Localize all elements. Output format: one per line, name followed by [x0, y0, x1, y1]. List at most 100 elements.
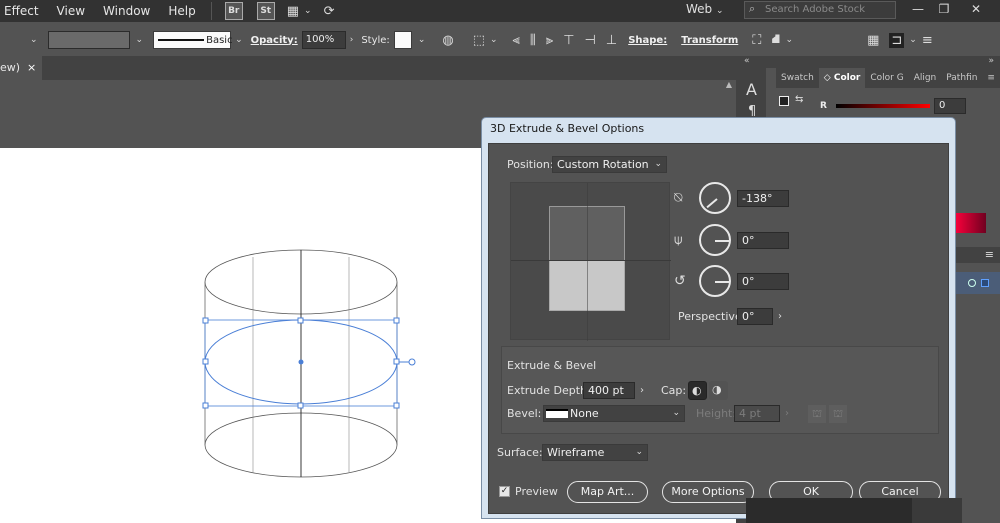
chevron-down-icon[interactable]: ⌄ [235, 35, 243, 45]
opacity-field[interactable]: 100% [301, 31, 346, 49]
tab-swatches[interactable]: Swatch [776, 68, 819, 88]
chevron-right-icon[interactable]: › [350, 35, 354, 45]
arrange-documents-icon[interactable]: ▦ [287, 4, 299, 19]
close-icon[interactable]: ✕ [962, 0, 990, 20]
document-tab-bar [0, 56, 736, 80]
y-axis-rotation-field[interactable]: 0° [737, 232, 789, 249]
align-middle-icon[interactable]: ⊣ [585, 33, 596, 48]
preview-checkbox[interactable]: ✓ [499, 486, 510, 497]
collapse-panel-icon[interactable]: » [988, 56, 994, 66]
align-right-icon[interactable]: ⫸ [546, 33, 553, 48]
tab-color-guide[interactable]: Color G [865, 68, 908, 88]
bbox-handle-middle-left[interactable] [202, 358, 209, 365]
restore-icon[interactable]: ❐ [930, 0, 958, 20]
layer-row[interactable] [952, 272, 1000, 294]
bbox-handle-top-right[interactable] [393, 317, 400, 324]
align-top-icon[interactable]: ⊤ [563, 33, 574, 48]
map-art-button[interactable]: Map Art... [567, 481, 648, 503]
tab-align[interactable]: Align [909, 68, 942, 88]
fill-swatch[interactable] [0, 31, 30, 49]
close-tab-icon[interactable]: × [27, 56, 36, 80]
tab-color[interactable]: ◇ Color [818, 68, 866, 88]
chevron-down-icon[interactable]: ⌄ [30, 35, 38, 45]
height-label: Height: [696, 407, 737, 420]
character-panel-icon[interactable]: A [746, 80, 757, 99]
bbox-handle-bottom-center[interactable] [297, 402, 304, 409]
align-bottom-icon[interactable]: ⊥ [606, 33, 617, 48]
transform-bounds-icon[interactable]: ⛶ [752, 33, 761, 48]
bbox-handle-top-center[interactable] [297, 317, 304, 324]
align-left-icon[interactable]: ⫷ [513, 33, 520, 48]
bevel-select[interactable]: None ⌄ [543, 405, 685, 422]
position-select[interactable]: Custom Rotation ⌄ [552, 156, 667, 173]
panel-menu-icon[interactable]: ≡ [982, 68, 1000, 88]
align-to-icon[interactable]: ⬚ [473, 33, 485, 48]
puppet-warp-icon[interactable]: ⛘ [771, 32, 780, 49]
extrude-depth-field[interactable]: 400 pt [583, 382, 635, 399]
more-options-button[interactable]: More Options [662, 481, 754, 503]
layer-selection-indicator[interactable] [981, 279, 989, 287]
chevron-down-icon[interactable]: ⌄ [786, 35, 794, 45]
x-axis-rotation-field[interactable]: -138° [737, 190, 789, 207]
menu-view[interactable]: View [48, 0, 94, 22]
chevron-down-icon[interactable]: ⌄ [136, 35, 144, 45]
layers-panel-header: ≡ [952, 247, 1000, 263]
chevron-down-icon[interactable]: ⌄ [304, 6, 312, 16]
stroke-profile-select[interactable]: Basic [153, 31, 233, 49]
chevron-down-icon[interactable]: ⌄ [418, 35, 426, 45]
cap-on-icon[interactable]: ◐ [688, 381, 707, 400]
minimize-icon[interactable]: — [904, 0, 932, 20]
z-axis-dial[interactable] [699, 265, 731, 297]
x-axis-dial[interactable] [699, 182, 731, 214]
tab-pathfinder[interactable]: Pathfin [941, 68, 982, 88]
chevron-down-icon[interactable]: ⌄ [909, 35, 917, 45]
color-spectrum-bar[interactable] [954, 213, 986, 233]
stroke-weight-field[interactable] [47, 31, 130, 49]
stock-search-input[interactable]: Search Adobe Stock [744, 1, 896, 19]
swap-fill-stroke-icon[interactable]: ⇆ [795, 94, 803, 105]
z-axis-rotation-field[interactable]: 0° [737, 273, 789, 290]
rotation-handle-icon[interactable] [408, 358, 416, 366]
x-axis-rotate-icon: ⍉ [674, 190, 683, 206]
panel-menu-icon[interactable]: ≡ [985, 248, 994, 261]
opacity-label[interactable]: Opacity: [251, 35, 298, 46]
y-axis-dial[interactable] [699, 224, 731, 256]
bridge-icon[interactable]: Br [224, 2, 243, 20]
shape-label[interactable]: Shape: [628, 35, 667, 46]
surface-select[interactable]: Wireframe ⌄ [542, 444, 648, 461]
arrange-grid-icon[interactable]: ▦ [867, 33, 879, 48]
chevron-down-icon[interactable]: ⌄ [490, 35, 498, 45]
collapse-dock-icon[interactable]: « [744, 56, 750, 66]
rotation-preview-track-cube[interactable] [510, 182, 671, 341]
gpu-performance-icon[interactable]: ⟳ [324, 4, 335, 19]
red-channel-slider[interactable] [836, 104, 930, 108]
red-channel-value[interactable]: 0 [934, 98, 966, 114]
hamburger-menu-icon[interactable]: ≡ [922, 33, 933, 48]
transform-label[interactable]: Transform [681, 35, 738, 46]
document-tab[interactable]: ew) × [0, 56, 42, 80]
recolor-artwork-icon[interactable]: ◍ [442, 33, 453, 48]
stroke-line-preview [158, 39, 205, 41]
workspace-switcher[interactable]: Web ⌄ [686, 2, 724, 16]
panel-menu-icon[interactable]: ⊐ [889, 32, 905, 48]
center-point-icon [298, 359, 304, 365]
track-cube-v-line [587, 183, 588, 341]
layer-target-icon[interactable] [968, 279, 976, 287]
cap-off-icon[interactable]: ◑ [709, 381, 728, 400]
bbox-handle-top-left[interactable] [202, 317, 209, 324]
cylinder-wireframe-artwork[interactable] [0, 148, 480, 523]
graphic-style-swatch[interactable] [393, 31, 412, 49]
perspective-field[interactable]: 0° [737, 308, 773, 325]
bbox-handle-bottom-right[interactable] [393, 402, 400, 409]
menu-window[interactable]: Window [94, 0, 159, 22]
chevron-right-icon[interactable]: › [635, 382, 649, 399]
bbox-handle-bottom-left[interactable] [202, 402, 209, 409]
bbox-handle-middle-right[interactable] [393, 358, 400, 365]
panel-header: » [766, 56, 1000, 68]
align-center-icon[interactable]: ⫼ [530, 33, 536, 48]
stock-icon[interactable]: St [256, 2, 275, 20]
menu-effect[interactable]: Effect [0, 0, 48, 22]
menu-help[interactable]: Help [159, 0, 204, 22]
fill-stroke-icon[interactable] [779, 96, 789, 106]
chevron-right-icon[interactable]: › [773, 308, 787, 325]
